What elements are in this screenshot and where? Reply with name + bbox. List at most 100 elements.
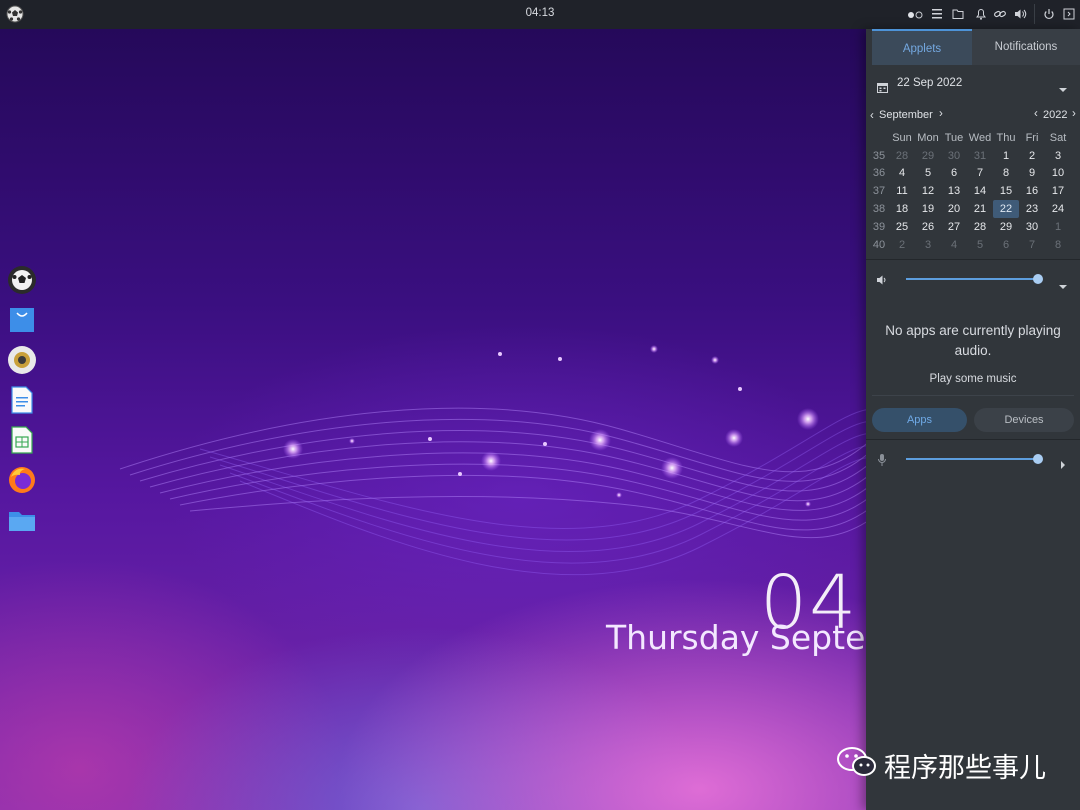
calendar-day[interactable]: 19 <box>915 200 941 218</box>
calendar-day[interactable]: 1 <box>1045 218 1071 236</box>
microphone-icon[interactable] <box>877 452 887 471</box>
calendar-day[interactable]: 3 <box>915 236 941 254</box>
calendar-month[interactable]: September <box>879 109 933 121</box>
calendar-day[interactable]: 5 <box>967 236 993 254</box>
file-manager-icon[interactable] <box>7 505 37 535</box>
next-month-icon[interactable]: › <box>939 108 943 120</box>
weekday-label: Sun <box>892 131 912 144</box>
calendar-day[interactable]: 26 <box>915 218 941 236</box>
calendar-day[interactable]: 8 <box>1045 236 1071 254</box>
calendar-day[interactable]: 6 <box>941 165 967 183</box>
play-some-music-button[interactable]: Play some music <box>866 373 1080 385</box>
next-year-icon[interactable]: › <box>1072 108 1076 120</box>
top-panel: 04:13 <box>0 0 1080 29</box>
input-volume-slider[interactable] <box>906 458 1038 460</box>
date-selector[interactable]: 22 Sep 2022 <box>866 73 1080 95</box>
calendar-day[interactable]: 11 <box>889 182 915 200</box>
calendar-day[interactable]: 24 <box>1045 200 1071 218</box>
calendar-day[interactable]: 29 <box>993 218 1019 236</box>
speaker-icon[interactable] <box>7 345 37 375</box>
calendar-day[interactable]: 10 <box>1045 165 1071 183</box>
calendar-day[interactable]: 27 <box>941 218 967 236</box>
calendar-day[interactable]: 12 <box>915 182 941 200</box>
calendar-day[interactable]: 18 <box>889 200 915 218</box>
sidebar-toggle-icon[interactable] <box>1062 6 1076 22</box>
calendar-week-row: 35 28 29 30 31 1 2 3 <box>869 147 1071 165</box>
calendar-day-today[interactable]: 22 <box>993 200 1019 218</box>
prev-year-icon[interactable]: ‹ <box>1034 108 1038 120</box>
calendar-week-row: 37 11 12 13 14 15 16 17 <box>869 182 1071 200</box>
weekday-label: Fri <box>1025 131 1039 144</box>
calendar-day[interactable]: 6 <box>993 236 1019 254</box>
week-number: 40 <box>872 238 886 251</box>
chevron-down-icon[interactable] <box>1058 79 1068 98</box>
calendar-day[interactable]: 7 <box>967 165 993 183</box>
tray-divider <box>1034 4 1035 24</box>
weekday-label: Tue <box>944 131 964 144</box>
output-device-chevron-icon[interactable] <box>1058 276 1068 295</box>
input-expand-chevron-icon[interactable] <box>1059 455 1067 474</box>
calendar-day[interactable]: 25 <box>889 218 915 236</box>
calendar-day[interactable]: 3 <box>1045 147 1071 165</box>
calendar-day[interactable]: 1 <box>993 147 1019 165</box>
weekday-label: Wed <box>968 131 992 144</box>
tab-notifications[interactable]: Notifications <box>972 29 1080 65</box>
calendar-day[interactable]: 16 <box>1019 182 1045 200</box>
folder-icon[interactable] <box>951 6 965 22</box>
weekday-label: Sat <box>1049 131 1067 144</box>
week-number: 37 <box>872 185 886 198</box>
firefox-icon[interactable] <box>7 465 37 495</box>
wechat-icon <box>836 744 878 784</box>
calendar-day[interactable]: 30 <box>1019 218 1045 236</box>
calendar-day[interactable]: 8 <box>993 165 1019 183</box>
tab-applets[interactable]: Applets <box>872 29 972 65</box>
calendar-day[interactable]: 5 <box>915 165 941 183</box>
calendar-day[interactable]: 30 <box>941 147 967 165</box>
calendar-day[interactable]: 14 <box>967 182 993 200</box>
calendar-day[interactable]: 2 <box>1019 147 1045 165</box>
calendar-day[interactable]: 28 <box>967 218 993 236</box>
calendar-day[interactable]: 4 <box>889 165 915 183</box>
watermark-text: 程序那些事儿 <box>884 753 1046 784</box>
calendar-year[interactable]: 2022 <box>1043 109 1067 121</box>
tab-audio-devices[interactable]: Devices <box>974 408 1074 432</box>
week-number: 36 <box>872 167 886 180</box>
volume-icon[interactable] <box>1013 6 1027 22</box>
weekday-label: Mon <box>917 131 939 144</box>
calendar-day[interactable]: 2 <box>889 236 915 254</box>
weekday-label: Thu <box>996 131 1016 144</box>
calendar-week-row: 40 2 3 4 5 6 7 8 <box>869 236 1071 254</box>
calendar-day[interactable]: 20 <box>941 200 967 218</box>
output-volume-knob[interactable] <box>1033 274 1043 284</box>
calendar-day[interactable]: 17 <box>1045 182 1071 200</box>
menu-lines-icon[interactable] <box>930 6 944 22</box>
calendar-day[interactable]: 28 <box>889 147 915 165</box>
calendar-day[interactable]: 13 <box>941 182 967 200</box>
bell-icon[interactable] <box>974 6 988 22</box>
divider <box>866 259 1080 260</box>
speaker-volume-icon[interactable] <box>876 271 888 290</box>
selected-date: 22 Sep 2022 <box>897 77 963 89</box>
calendar-week-row: 39 25 26 27 28 29 30 1 <box>869 218 1071 236</box>
soccer-ball-launcher-icon[interactable] <box>7 265 37 295</box>
calendar-day[interactable]: 4 <box>941 236 967 254</box>
calendar-day[interactable]: 23 <box>1019 200 1045 218</box>
calendar-day[interactable]: 15 <box>993 182 1019 200</box>
calendar-day[interactable]: 7 <box>1019 236 1045 254</box>
calendar-day[interactable]: 31 <box>967 147 993 165</box>
prev-month-icon[interactable]: ‹ <box>870 110 874 122</box>
output-volume-slider[interactable] <box>906 278 1038 280</box>
weekday-header-row: Sun Mon Tue Wed Thu Fri Sat <box>869 129 1071 147</box>
software-store-icon[interactable] <box>7 305 37 335</box>
calendar-day[interactable]: 9 <box>1019 165 1045 183</box>
tab-audio-apps[interactable]: Apps <box>872 408 967 432</box>
text-document-icon[interactable] <box>7 385 37 415</box>
input-volume-knob[interactable] <box>1033 454 1043 464</box>
calendar-day[interactable]: 29 <box>915 147 941 165</box>
network-link-icon[interactable] <box>993 6 1007 22</box>
power-icon[interactable] <box>1042 6 1056 22</box>
workspace-pager-icon[interactable] <box>906 6 926 22</box>
spreadsheet-icon[interactable] <box>7 425 37 455</box>
calendar-day[interactable]: 21 <box>967 200 993 218</box>
no-audio-message: No apps are currently playing audio. <box>885 323 1061 358</box>
